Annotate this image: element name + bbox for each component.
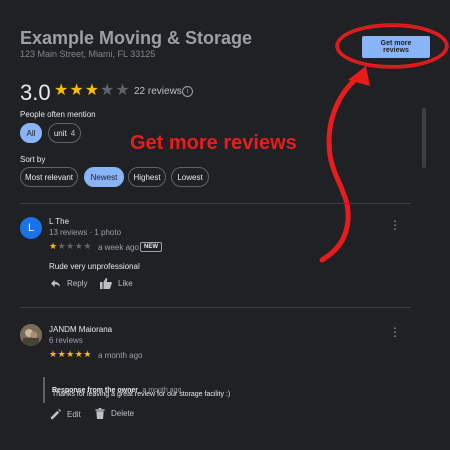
- sort-highest[interactable]: Highest: [128, 167, 166, 187]
- reply-icon: [51, 279, 60, 288]
- info-icon[interactable]: i: [182, 86, 193, 97]
- avatar-photo: [20, 324, 42, 346]
- rating-value: 3.0: [20, 80, 51, 105]
- delete-button[interactable]: Delete: [95, 408, 134, 419]
- scrollbar[interactable]: [422, 108, 426, 168]
- star-icon: ★: [100, 82, 116, 99]
- chip-label: Most relevant: [24, 172, 74, 182]
- review-stars: ★★★★★: [49, 349, 92, 360]
- more-options-icon[interactable]: ⋮: [389, 219, 401, 231]
- business-address: 123 Main Street, Miami, FL 33125: [20, 49, 156, 59]
- sort-label: Sort by: [20, 155, 46, 164]
- chip-label: Lowest: [177, 172, 203, 182]
- pencil-icon: [50, 409, 61, 420]
- chip-label: Newest: [90, 172, 118, 182]
- star-icon: ★: [49, 349, 58, 359]
- reviewer-name[interactable]: JANDM Maiorana: [49, 325, 112, 334]
- review-date: a month ago: [98, 351, 143, 360]
- business-title: Example Moving & Storage: [20, 28, 253, 48]
- sort-lowest[interactable]: Lowest: [171, 167, 209, 187]
- owner-response-text: Thanks for leaving a great review for ou…: [52, 391, 231, 398]
- rating-stars: ★★★★★: [54, 80, 131, 100]
- star-icon: ★: [66, 241, 75, 251]
- star-icon: ★: [57, 241, 67, 251]
- review-date: a week ago: [98, 243, 139, 252]
- avatar-letter: L: [27, 222, 35, 234]
- reviews-count: 22 reviews: [134, 86, 182, 97]
- chip-all[interactable]: All: [20, 123, 42, 143]
- chip-unit[interactable]: unit 4: [48, 123, 81, 143]
- new-badge: NEW: [140, 242, 162, 252]
- chip-label: All: [26, 128, 36, 138]
- reply-button[interactable]: Reply: [50, 279, 87, 288]
- avatar[interactable]: L: [20, 217, 42, 239]
- divider: [20, 307, 411, 308]
- star-icon: ★: [54, 82, 70, 99]
- get-more-reviews-button[interactable]: Get more reviews: [362, 36, 430, 58]
- star-icon: ★: [83, 349, 92, 359]
- star-icon: ★: [84, 82, 101, 99]
- edit-label: Edit: [67, 410, 81, 419]
- more-options-icon[interactable]: ⋮: [389, 326, 401, 338]
- reviewer-stats: 13 reviews · 1 photo: [49, 228, 122, 237]
- divider: [20, 203, 411, 204]
- mentions-label: People often mention: [20, 110, 96, 119]
- owner-response-bar: [43, 377, 45, 403]
- delete-label: Delete: [111, 409, 135, 418]
- avatar[interactable]: [20, 324, 42, 346]
- review-stars: ★★★★★: [49, 241, 92, 252]
- like-button[interactable]: Like: [100, 278, 133, 289]
- star-icon: ★: [83, 241, 92, 251]
- chip-label: unit: [53, 128, 67, 138]
- thumbs-up-icon: [100, 278, 112, 289]
- reply-label: Reply: [67, 279, 88, 288]
- like-label: Like: [118, 279, 133, 288]
- red-arrow-annotation: [319, 66, 370, 263]
- review-text: Rude very unprofessional: [49, 262, 140, 271]
- reviewer-name[interactable]: L The: [49, 217, 69, 226]
- chip-count: 4: [70, 128, 76, 138]
- star-icon: ★: [57, 349, 67, 359]
- star-icon: ★: [115, 82, 131, 99]
- star-icon: ★: [69, 82, 85, 99]
- chip-label: Highest: [133, 172, 161, 182]
- annotation-text: Get more reviews: [130, 132, 297, 154]
- star-icon: ★: [66, 349, 75, 359]
- reviewer-stats: 6 reviews: [49, 336, 83, 345]
- trash-icon: [95, 408, 105, 419]
- edit-button[interactable]: Edit: [50, 409, 81, 420]
- sort-newest[interactable]: Newest: [84, 167, 124, 187]
- star-icon: ★: [49, 241, 58, 251]
- sort-most-relevant[interactable]: Most relevant: [20, 167, 78, 187]
